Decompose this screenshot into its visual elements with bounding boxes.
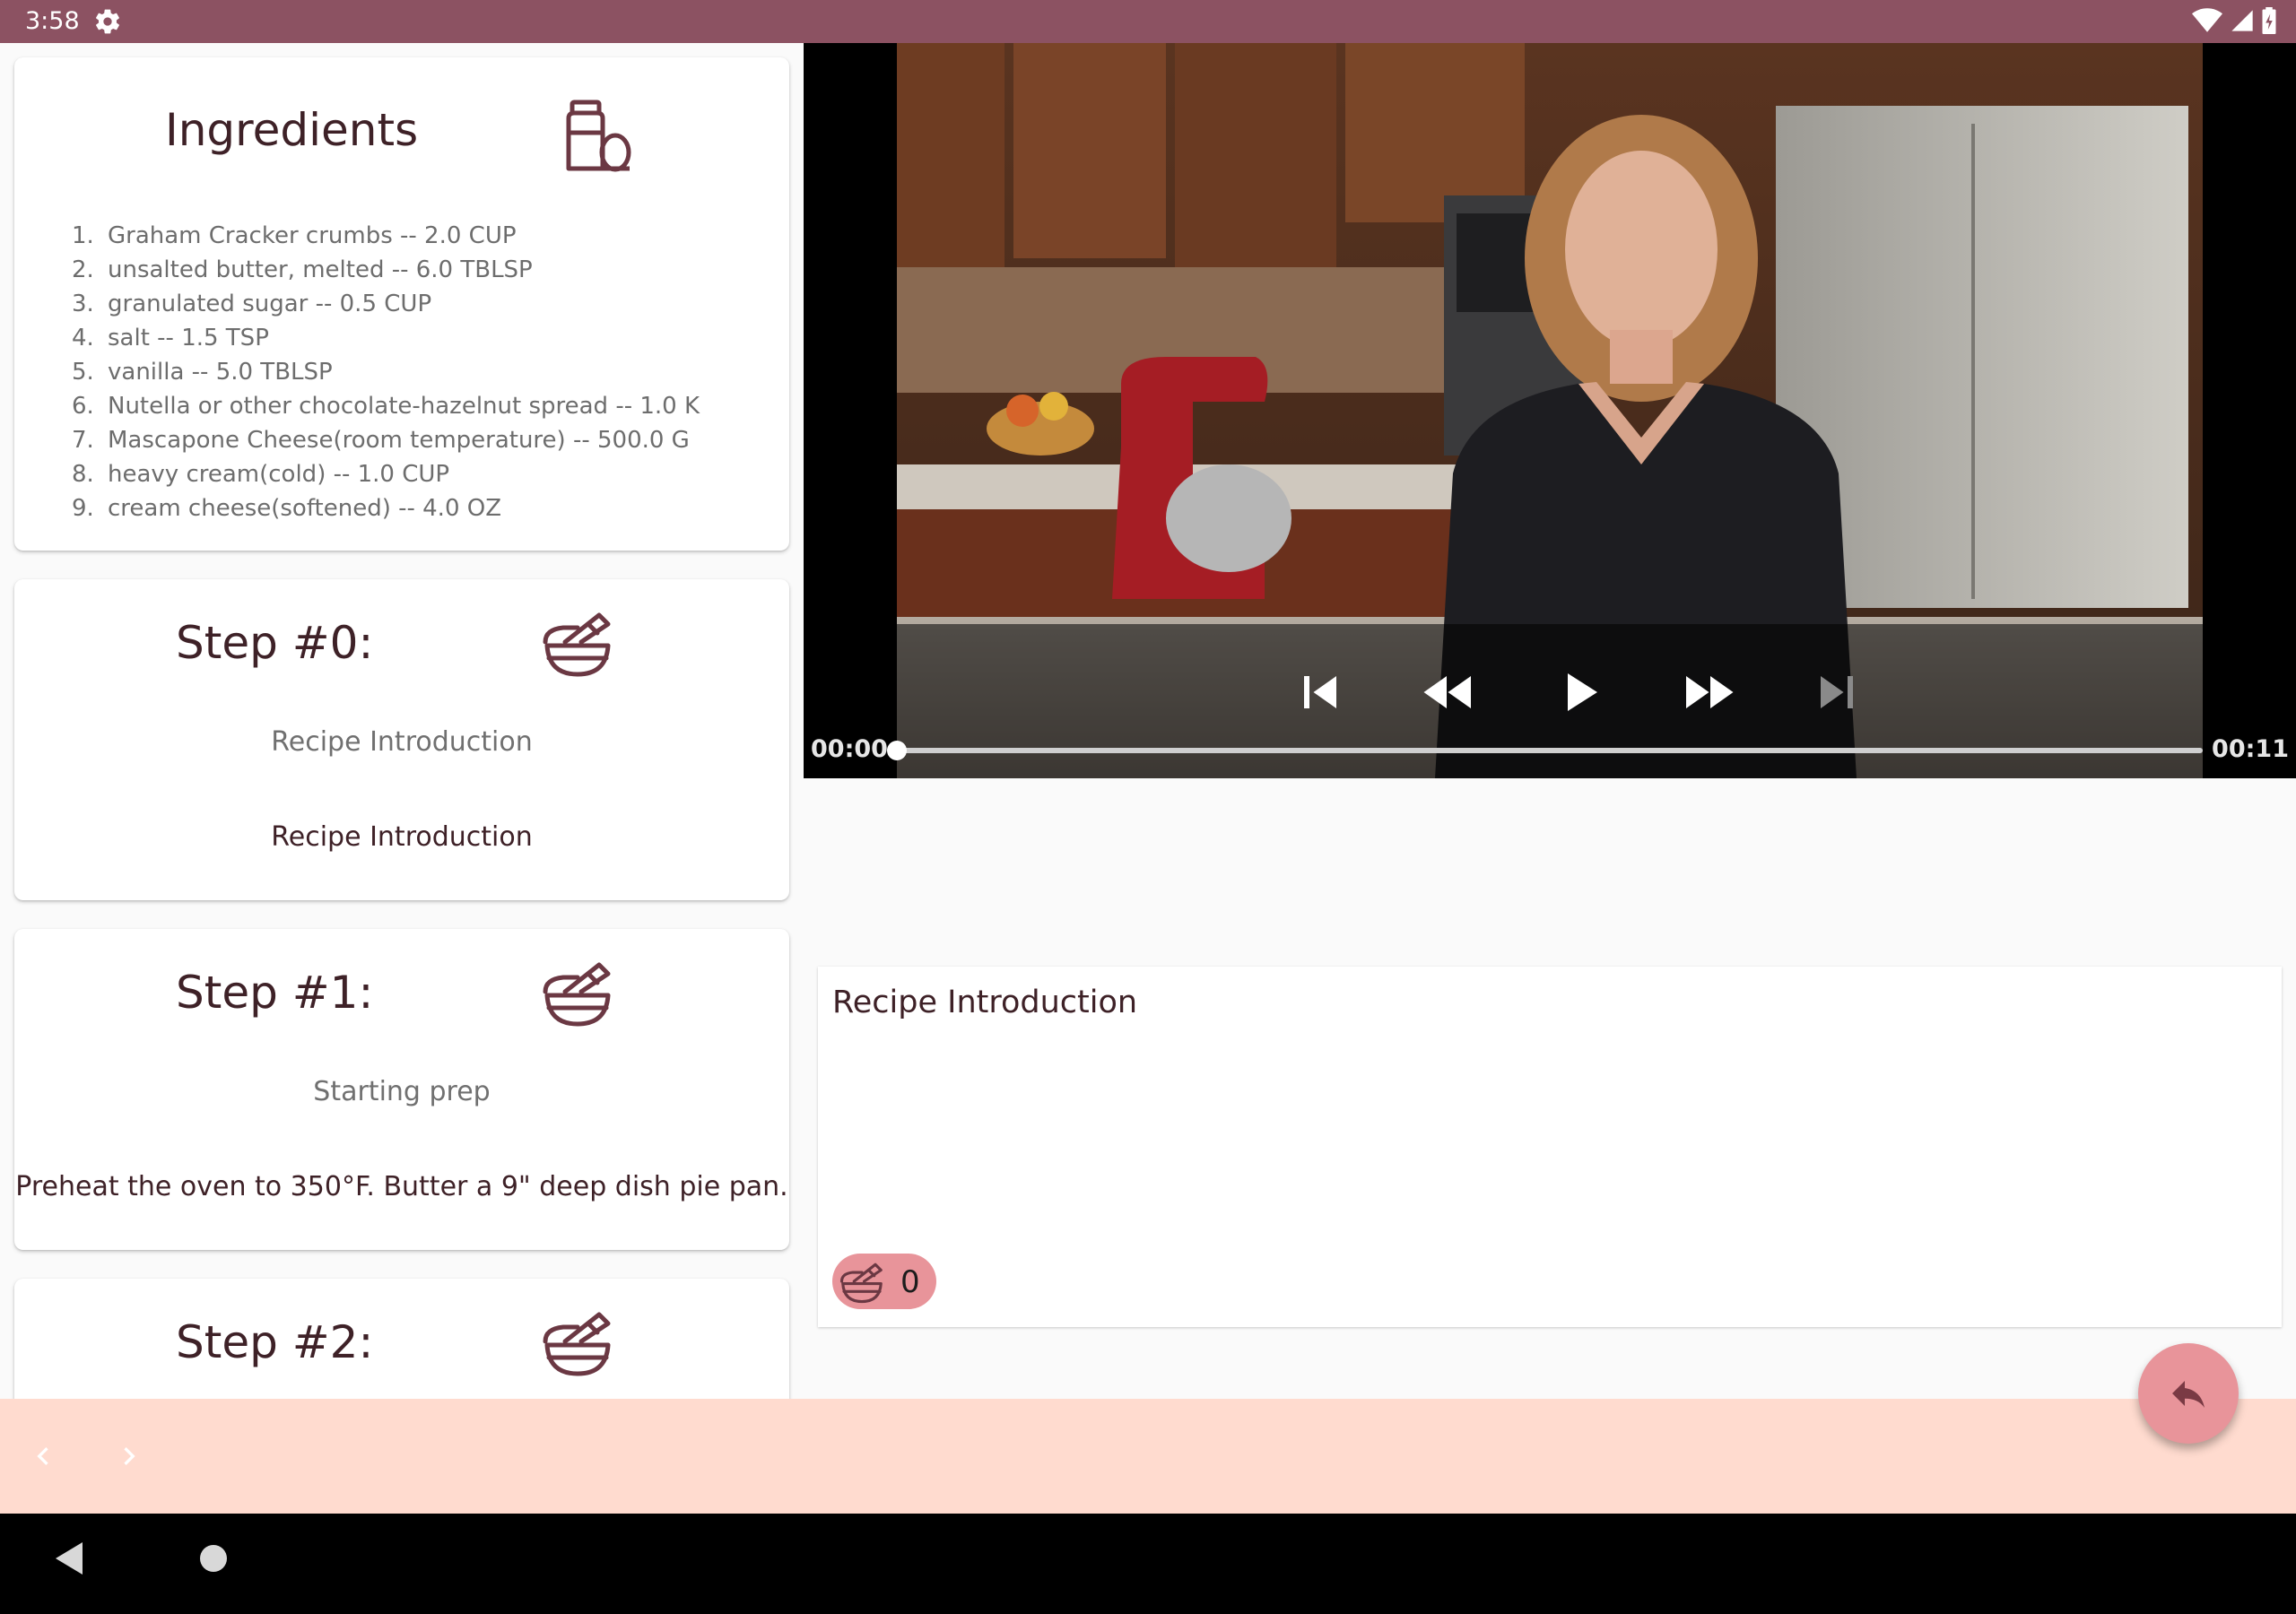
bottom-app-bar: [0, 1399, 2296, 1514]
mixing-bowl-icon: [543, 962, 611, 1027]
battery-icon: [2262, 7, 2276, 34]
chevron-left-icon[interactable]: [25, 1438, 61, 1474]
mixing-bowl-icon: [543, 1312, 611, 1376]
ingredient-item: 5. vanilla -- 5.0 TBLSP: [72, 359, 333, 386]
step-short-description: Recipe Introduction: [271, 726, 533, 758]
step-number: 0: [900, 1264, 920, 1300]
ingredient-item: 3. granulated sugar -- 0.5 CUP: [72, 291, 432, 317]
mixing-bowl-icon: [543, 612, 611, 677]
rewind-icon[interactable]: [1417, 660, 1482, 725]
cellular-signal-icon: [2231, 10, 2253, 31]
step-detail-card: Recipe Introduction 0: [818, 967, 2282, 1327]
ingredient-item: 8. heavy cream(cold) -- 1.0 CUP: [72, 461, 450, 488]
current-time: 00:00: [811, 735, 888, 763]
status-bar: 3:58: [0, 0, 2296, 43]
wifi-icon: [2192, 8, 2222, 32]
duration: 00:11: [2212, 735, 2289, 763]
step-card-1[interactable]: Step #1: Starting prep Preheat the oven …: [14, 929, 789, 1250]
step-description: Recipe Introduction: [271, 821, 533, 853]
steps-list[interactable]: Ingredients 1. Graham Cracker crumbs -- 2…: [0, 43, 804, 1399]
chevron-right-icon[interactable]: [111, 1438, 147, 1474]
video-player[interactable]: 00:00 00:11: [804, 43, 2296, 778]
step-card-2[interactable]: Step #2:: [14, 1279, 789, 1399]
ingredient-item: 6. Nutella or other chocolate-hazelnut sp…: [72, 393, 700, 420]
reply-icon: [2172, 1381, 2205, 1408]
ingredient-item: 1. Graham Cracker crumbs -- 2.0 CUP: [72, 222, 517, 249]
step-title: Step #1:: [176, 967, 374, 1019]
home-icon[interactable]: [199, 1544, 228, 1573]
step-number-chip: 0: [832, 1254, 936, 1309]
play-icon[interactable]: [1546, 660, 1611, 725]
step-title: Step #0:: [176, 617, 374, 669]
ingredient-item: 9. cream cheese(softened) -- 4.0 OZ: [72, 495, 502, 522]
ingredients-title: Ingredients: [165, 104, 419, 156]
step-short-description: Starting prep: [313, 1076, 491, 1107]
settings-gear-icon: [96, 9, 119, 34]
video-controls: 00:00 00:11: [804, 624, 2296, 778]
back-icon[interactable]: [54, 1540, 84, 1576]
reply-fab-button[interactable]: [2138, 1343, 2239, 1444]
step-card-0[interactable]: Step #0: Recipe Introduction Recipe Intr…: [14, 579, 789, 900]
system-navigation-bar: [0, 1514, 2296, 1614]
ingredients-list: 1. Graham Cracker crumbs -- 2.0 CUP 2. uns…: [57, 219, 700, 525]
skip-previous-icon[interactable]: [1288, 660, 1352, 725]
fast-forward-icon[interactable]: [1675, 660, 1740, 725]
status-time: 3:58: [25, 7, 80, 35]
ingredients-card: Ingredients 1. Graham Cracker crumbs -- 2…: [14, 57, 789, 551]
ingredient-item: 7. Mascapone Cheese(room temperature) -- …: [72, 427, 690, 454]
ingredient-item: 2. unsalted butter, melted -- 6.0 TBLSP: [72, 256, 533, 283]
video-seek-bar[interactable]: [887, 741, 2203, 760]
mixing-bowl-icon: [839, 1263, 883, 1304]
step-detail-description: Recipe Introduction: [832, 985, 1138, 1020]
step-description: Preheat the oven to 350°F. Butter a 9" d…: [15, 1171, 788, 1202]
skip-next-icon[interactable]: [1805, 660, 1869, 725]
ingredient-item: 4. salt -- 1.5 TSP: [72, 325, 269, 351]
seek-bar-thumb[interactable]: [887, 741, 907, 760]
jar-and-egg-icon: [566, 100, 631, 172]
step-title: Step #2:: [176, 1316, 374, 1368]
